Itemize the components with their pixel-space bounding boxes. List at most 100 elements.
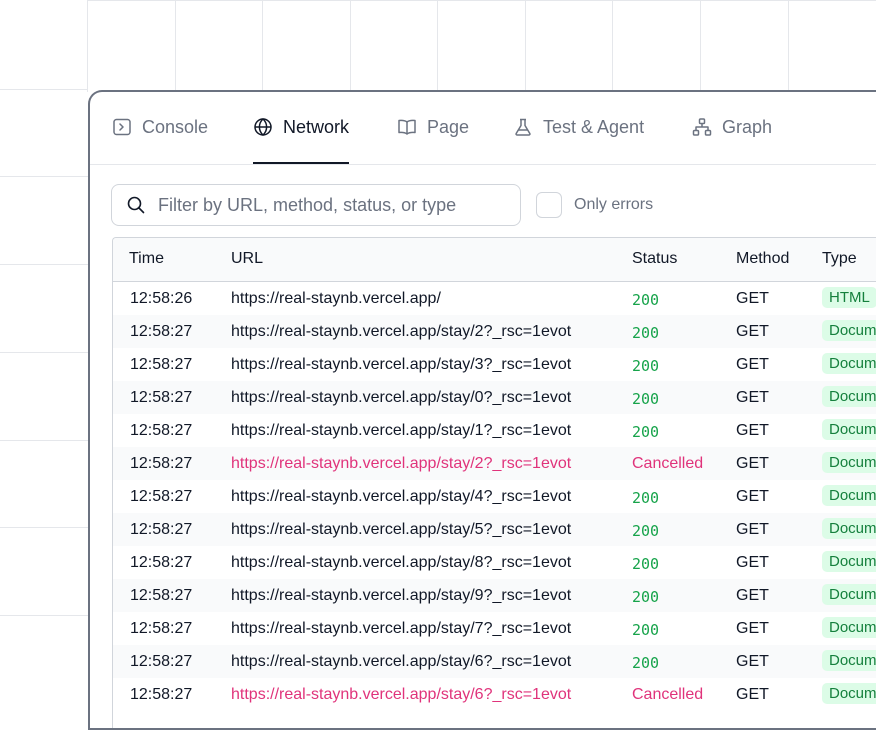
- cell-url: https://real-staynb.vercel.app/stay/5?_r…: [231, 521, 572, 538]
- only-errors-checkbox[interactable]: [536, 192, 562, 218]
- only-errors-toggle[interactable]: Only errors: [536, 192, 653, 218]
- grid-line: [0, 89, 88, 90]
- cell-url: https://real-staynb.vercel.app/stay/3?_r…: [231, 356, 572, 373]
- cell-time: 12:58:27: [130, 587, 193, 604]
- grid-line: [175, 0, 176, 92]
- cell-status: 200: [632, 654, 660, 672]
- table-row[interactable]: 12:58:27 https://real-staynb.vercel.app/s…: [113, 315, 876, 348]
- type-badge: Document: [822, 551, 876, 572]
- grid-line: [437, 0, 438, 92]
- cell-status: 200: [632, 291, 660, 309]
- cell-time: 12:58:27: [130, 422, 193, 439]
- type-badge: Document: [822, 617, 876, 638]
- type-badge: HTML: [822, 287, 876, 308]
- cell-status: 200: [632, 357, 660, 375]
- cell-time: 12:58:27: [130, 686, 193, 703]
- cell-url: https://real-staynb.vercel.app/stay/8?_r…: [231, 554, 572, 571]
- grid-line: [87, 0, 88, 92]
- grid-line: [0, 352, 88, 353]
- grid-line: [525, 0, 526, 92]
- type-badge: Document: [822, 353, 876, 374]
- cell-url: https://real-staynb.vercel.app/stay/7?_r…: [231, 620, 572, 637]
- table-row[interactable]: 12:58:27 https://real-staynb.vercel.app/s…: [113, 513, 876, 546]
- type-badge: Document: [822, 584, 876, 605]
- cell-status: 200: [632, 489, 660, 507]
- cell-time: 12:58:27: [130, 653, 193, 670]
- column-header-method[interactable]: Method: [736, 250, 789, 268]
- cell-url: https://real-staynb.vercel.app/: [231, 290, 441, 307]
- table-row[interactable]: 12:58:27 https://real-staynb.vercel.app/s…: [113, 447, 876, 480]
- cell-status: 200: [632, 588, 660, 606]
- table-row[interactable]: 12:58:27 https://real-staynb.vercel.app/s…: [113, 480, 876, 513]
- tab-page[interactable]: Page: [397, 114, 469, 164]
- cell-time: 12:58:27: [130, 521, 193, 538]
- column-header-time[interactable]: Time: [129, 250, 164, 268]
- book-icon: [397, 117, 417, 137]
- sitemap-icon: [692, 117, 712, 137]
- only-errors-label: Only errors: [574, 196, 654, 213]
- cell-method: GET: [736, 422, 769, 439]
- table-row[interactable]: 12:58:27 https://real-staynb.vercel.app/s…: [113, 645, 876, 678]
- cell-method: GET: [736, 290, 769, 307]
- column-header-type[interactable]: Type: [822, 250, 857, 268]
- table-header: Time URL Status Method Type: [113, 238, 876, 282]
- tab-console[interactable]: Console: [112, 114, 208, 164]
- tab-label: Page: [427, 117, 470, 137]
- cell-status: Cancelled: [632, 686, 704, 703]
- type-badge: Document: [822, 386, 876, 407]
- table-row[interactable]: 12:58:26 https://real-staynb.vercel.app/2…: [113, 282, 876, 315]
- table-row[interactable]: 12:58:27 https://real-staynb.vercel.app/s…: [113, 678, 876, 711]
- type-badge: Document: [822, 452, 876, 473]
- table-row[interactable]: 12:58:27 https://real-staynb.vercel.app/s…: [113, 546, 876, 579]
- column-header-url[interactable]: URL: [231, 250, 263, 268]
- cell-url: https://real-staynb.vercel.app/stay/6?_r…: [231, 653, 572, 670]
- cell-time: 12:58:27: [130, 620, 193, 637]
- grid-line: [700, 0, 701, 92]
- filter-search-box[interactable]: [111, 184, 521, 226]
- cell-method: GET: [736, 653, 769, 670]
- table-row[interactable]: 12:58:27 https://real-staynb.vercel.app/s…: [113, 348, 876, 381]
- type-badge: Document: [822, 320, 876, 341]
- cell-method: GET: [736, 389, 769, 406]
- table-row[interactable]: 12:58:27 https://real-staynb.vercel.app/s…: [113, 579, 876, 612]
- cell-method: GET: [736, 455, 769, 472]
- cell-status: 200: [632, 555, 660, 573]
- tab-label: Graph: [722, 117, 773, 137]
- network-requests-table: Time URL Status Method Type 12:58:26 http…: [112, 237, 876, 728]
- cell-time: 12:58:26: [130, 290, 193, 307]
- grid-line: [612, 0, 613, 92]
- type-badge: Document: [822, 419, 876, 440]
- cell-status: 200: [632, 390, 660, 408]
- globe-icon: [253, 117, 273, 137]
- cell-url: https://real-staynb.vercel.app/stay/6?_r…: [231, 686, 572, 703]
- cell-status: 200: [632, 621, 660, 639]
- grid-line: [0, 440, 88, 441]
- cell-url: https://real-staynb.vercel.app/stay/4?_r…: [231, 488, 572, 505]
- grid-line: [262, 0, 263, 92]
- grid-line: [88, 0, 876, 1]
- table-row[interactable]: 12:58:27 https://real-staynb.vercel.app/s…: [113, 612, 876, 645]
- tab-test-agent[interactable]: Test & Agent: [513, 114, 644, 164]
- grid-line: [788, 0, 789, 92]
- cell-url: https://real-staynb.vercel.app/stay/0?_r…: [231, 389, 572, 406]
- cell-status: 200: [632, 324, 660, 342]
- type-badge: Document: [822, 518, 876, 539]
- cell-status: Cancelled: [632, 455, 704, 472]
- column-header-status[interactable]: Status: [632, 250, 677, 268]
- table-body: 12:58:26 https://real-staynb.vercel.app/2…: [113, 282, 876, 711]
- cell-method: GET: [736, 686, 769, 703]
- search-icon: [127, 196, 145, 214]
- type-badge: Document: [822, 485, 876, 506]
- grid-line: [350, 0, 351, 92]
- tab-graph[interactable]: Graph: [692, 114, 772, 164]
- filter-input[interactable]: [158, 194, 498, 216]
- grid-line: [0, 615, 88, 616]
- grid-line: [0, 264, 88, 265]
- table-row[interactable]: 12:58:27 https://real-staynb.vercel.app/s…: [113, 414, 876, 447]
- cell-method: GET: [736, 323, 769, 340]
- console-icon: [112, 117, 132, 137]
- table-row[interactable]: 12:58:27 https://real-staynb.vercel.app/s…: [113, 381, 876, 414]
- tab-network[interactable]: Network: [253, 114, 350, 164]
- cell-url: https://real-staynb.vercel.app/stay/9?_r…: [231, 587, 572, 604]
- tab-label: Console: [142, 117, 209, 137]
